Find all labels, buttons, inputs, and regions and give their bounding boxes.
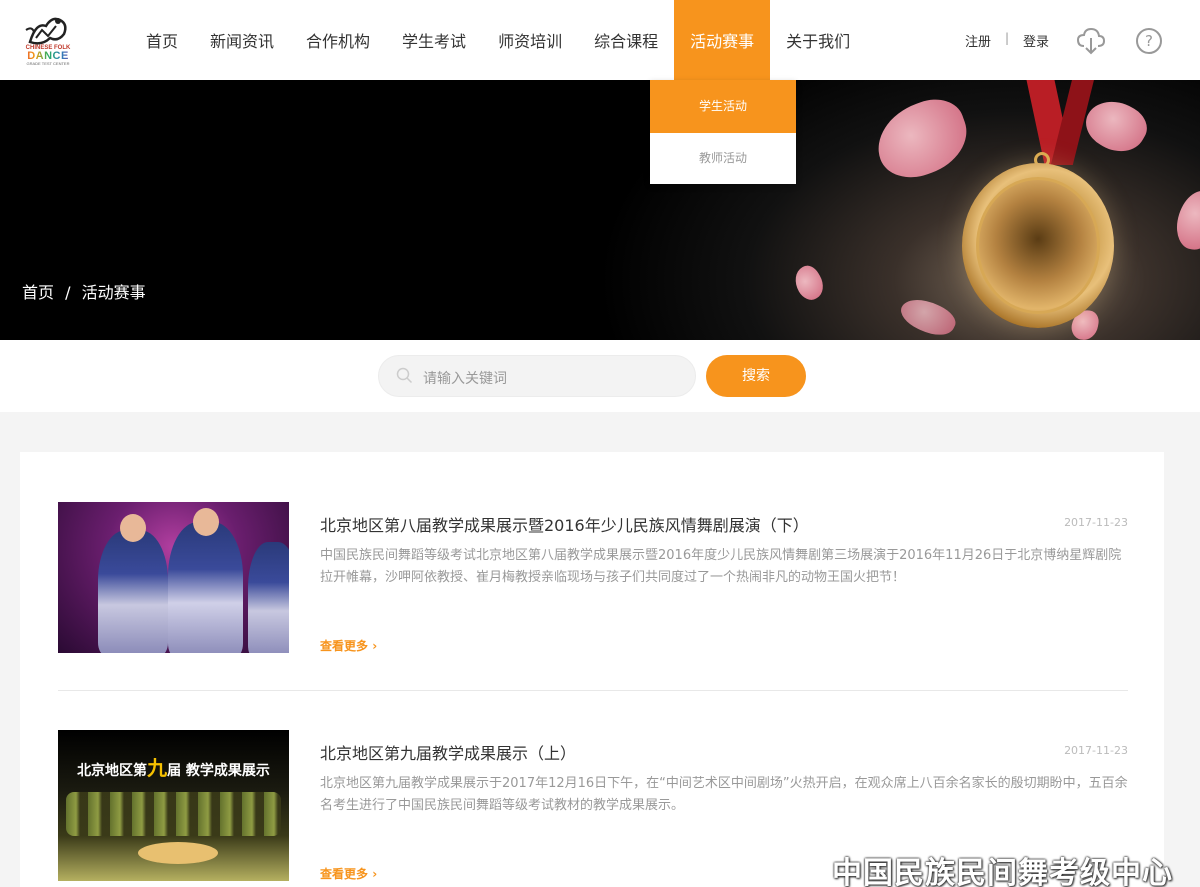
- chevron-right-icon: ›: [372, 867, 378, 881]
- petal-decoration: [896, 291, 960, 340]
- article-date: 2017-11-23: [1064, 744, 1128, 757]
- nav-item-courses[interactable]: 综合课程: [578, 0, 674, 80]
- nav-item-about[interactable]: 关于我们: [770, 0, 866, 80]
- breadcrumb-separator: /: [65, 283, 71, 302]
- article-summary: 北京地区第九届教学成果展示于2017年12月16日下午，在“中间艺术区中间剧场”…: [320, 776, 1128, 813]
- medal-face: [976, 177, 1100, 314]
- dropdown-item-teacher-events[interactable]: 教师活动: [650, 133, 796, 184]
- dancer-head: [193, 508, 219, 536]
- dancer-logo-icon: [25, 17, 67, 45]
- thumbnail-caption-a: 北京地区第: [77, 763, 148, 779]
- stage-performers: [66, 792, 281, 836]
- article-date: 2017-11-23: [1064, 516, 1128, 529]
- petal-decoration: [1173, 186, 1200, 254]
- watermark-text: 中国民族民间舞考级中心: [832, 856, 1173, 887]
- events-dropdown: 学生活动 教师活动: [650, 80, 796, 184]
- breadcrumb-current: 活动赛事: [81, 283, 146, 302]
- help-icon[interactable]: ?: [1136, 28, 1162, 54]
- wechat-icon: [772, 852, 819, 884]
- article-title[interactable]: 北京地区第八届教学成果展示暨2016年少儿民族风情舞剧展演（下）: [320, 512, 809, 536]
- nav-item-events[interactable]: 活动赛事: [674, 0, 771, 80]
- dancer-figure: [248, 542, 289, 653]
- read-more-link[interactable]: 查看更多 ›: [320, 637, 377, 654]
- nav-item-student-exam[interactable]: 学生考试: [386, 0, 482, 80]
- article-thumbnail[interactable]: [58, 502, 289, 653]
- breadcrumb-home[interactable]: 首页: [22, 283, 54, 302]
- chevron-right-icon: ›: [372, 639, 378, 653]
- petal-decoration: [1078, 90, 1154, 162]
- search-placeholder: 请输入关键词: [423, 371, 507, 387]
- nav-item-partners[interactable]: 合作机构: [290, 0, 386, 80]
- read-more-label: 查看更多: [320, 867, 369, 881]
- search-button[interactable]: 搜索: [706, 355, 806, 397]
- read-more-label: 查看更多: [320, 639, 369, 653]
- search-bar: 请输入关键词 搜索: [0, 340, 1200, 412]
- cloud-download-icon[interactable]: [1076, 26, 1106, 56]
- main-nav: 首页 新闻资讯 合作机构 学生考试 师资培训 综合课程 活动赛事 关于我们: [130, 0, 866, 80]
- gold-medal-image: [962, 163, 1114, 328]
- hero-banner: 首页 / 活动赛事: [0, 80, 1200, 340]
- thumbnail-caption-b: 九: [147, 756, 168, 780]
- login-link[interactable]: 登录: [1023, 31, 1049, 50]
- site-header: CHINESE FOLK DANCE GRADE TEST CENTER 首页 …: [0, 0, 1200, 80]
- read-more-link[interactable]: 查看更多 ›: [320, 865, 377, 882]
- dancer-figure: [138, 842, 218, 864]
- thumbnail-caption: 北京地区第九届 教学成果展示: [58, 752, 289, 781]
- nav-item-news[interactable]: 新闻资讯: [194, 0, 290, 80]
- article-summary: 中国民族民间舞蹈等级考试北京地区第八届教学成果展示暨2016年度少儿民族风情舞剧…: [320, 548, 1122, 585]
- article-list: 北京地区第八届教学成果展示暨2016年少儿民族风情舞剧展演（下） 2017-11…: [20, 452, 1164, 887]
- dancer-figure: [168, 522, 243, 653]
- wechat-watermark: 中国民族民间舞考级中心: [772, 846, 1192, 887]
- logo-line-3: GRADE TEST CENTER: [26, 61, 70, 66]
- dropdown-item-student-events[interactable]: 学生活动: [650, 80, 796, 133]
- search-icon: [396, 367, 413, 384]
- divider: [58, 690, 1128, 691]
- list-item[interactable]: 北京地区第八届教学成果展示暨2016年少儿民族风情舞剧展演（下） 2017-11…: [58, 502, 1128, 653]
- dancer-figure: [98, 530, 168, 653]
- petal-decoration: [789, 261, 829, 305]
- thumbnail-caption-c: 届 教学成果展示: [167, 763, 270, 779]
- breadcrumb: 首页 / 活动赛事: [22, 279, 152, 303]
- register-link[interactable]: 注册: [965, 31, 991, 50]
- logo-text: CHINESE FOLK DANCE GRADE TEST CENTER: [22, 45, 74, 66]
- dancer-head: [120, 514, 146, 542]
- nav-item-teacher-training[interactable]: 师资培训: [482, 0, 578, 80]
- article-title[interactable]: 北京地区第九届教学成果展示（上）: [320, 740, 576, 764]
- article-thumbnail[interactable]: 北京地区第九届 教学成果展示: [58, 730, 289, 881]
- nav-item-home[interactable]: 首页: [130, 0, 194, 80]
- petal-decoration: [866, 90, 978, 188]
- account-separator: |: [1005, 31, 1010, 45]
